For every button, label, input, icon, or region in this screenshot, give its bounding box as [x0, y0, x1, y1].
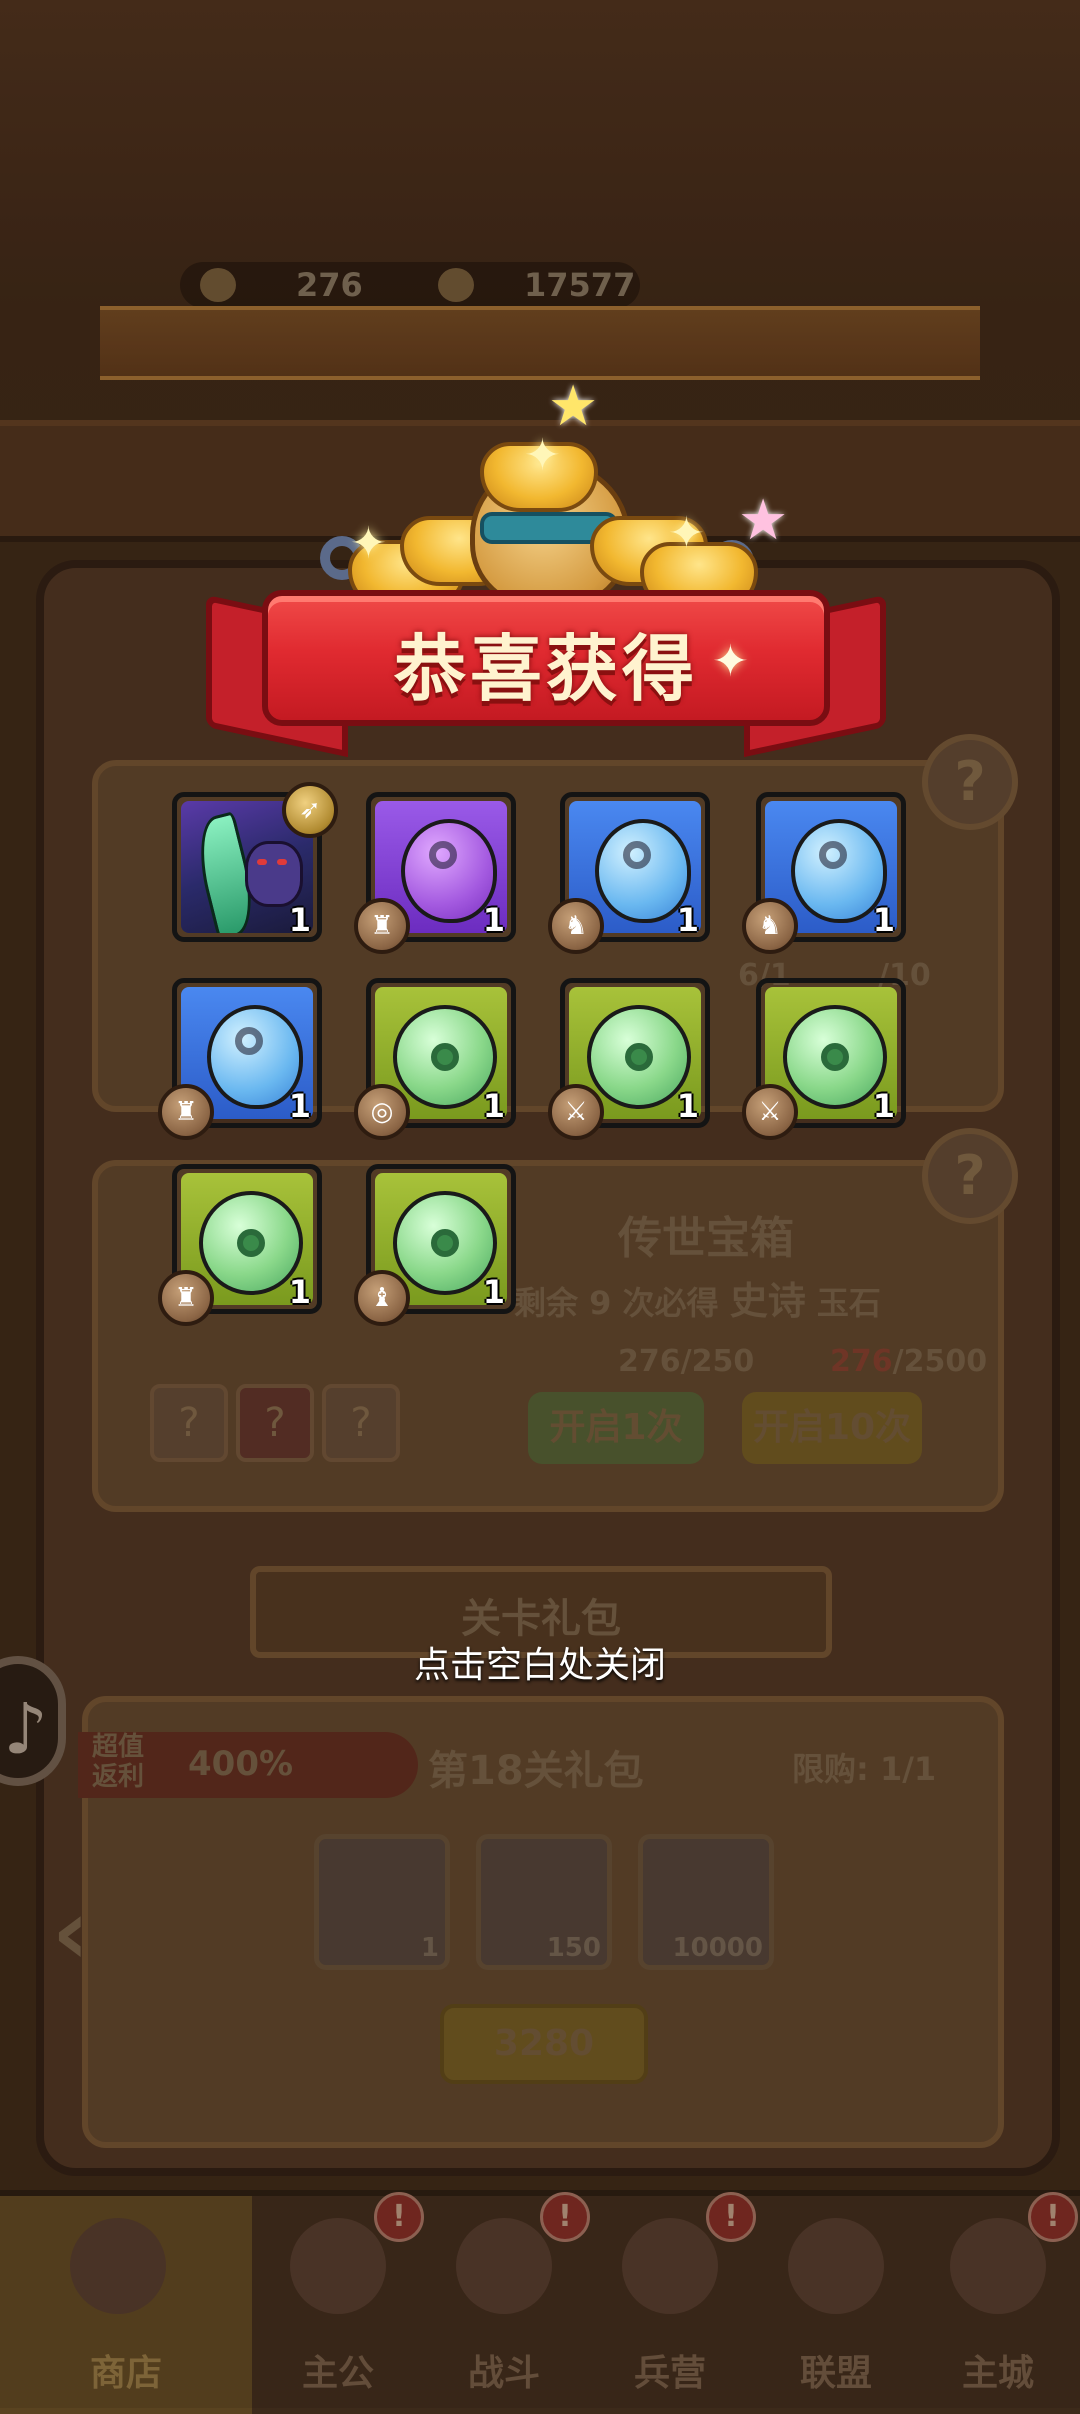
hero-eye: [277, 859, 287, 865]
star-icon: ★: [738, 488, 789, 553]
sword-icon: ⚔: [548, 1084, 604, 1140]
reward-qty: 1: [288, 1087, 311, 1125]
close-hint[interactable]: 点击空白处关闭: [0, 1636, 1080, 1688]
armor-icon: ♝: [354, 1270, 410, 1326]
jade-disc-icon: [587, 1005, 691, 1109]
reward-qty: 1: [288, 901, 311, 939]
reward-qty: 1: [288, 1273, 311, 1311]
helmet-icon: ♜: [158, 1270, 214, 1326]
jade-disc-icon: [393, 1191, 497, 1295]
sparkle-icon: ✦: [524, 430, 561, 481]
ring-icon: ◎: [354, 1084, 410, 1140]
hero-eye: [257, 859, 267, 865]
jade-disc-icon: [199, 1191, 303, 1295]
sword-icon: ⚔: [742, 1084, 798, 1140]
dismiss-overlay[interactable]: [0, 0, 1080, 2408]
sparkle-icon: ✦: [712, 636, 749, 687]
reward-qty: 1: [676, 901, 699, 939]
helmet-icon: ♜: [354, 898, 410, 954]
boot-icon: ♞: [548, 898, 604, 954]
sparkle-icon: ✦: [668, 508, 705, 559]
sparkle-icon: ✦: [350, 518, 387, 569]
reward-qty: 1: [482, 1273, 505, 1311]
hero-face: [245, 841, 303, 907]
reward-qty: 1: [872, 901, 895, 939]
boot-icon: ♞: [742, 898, 798, 954]
reward-qty: 1: [872, 1087, 895, 1125]
helmet-icon: ♜: [158, 1084, 214, 1140]
jade-disc-icon: [393, 1005, 497, 1109]
reward-qty: 1: [482, 901, 505, 939]
reward-qty: 1: [676, 1087, 699, 1125]
jade-disc-icon: [783, 1005, 887, 1109]
bow-icon: ➶: [282, 782, 338, 838]
reward-qty: 1: [482, 1087, 505, 1125]
